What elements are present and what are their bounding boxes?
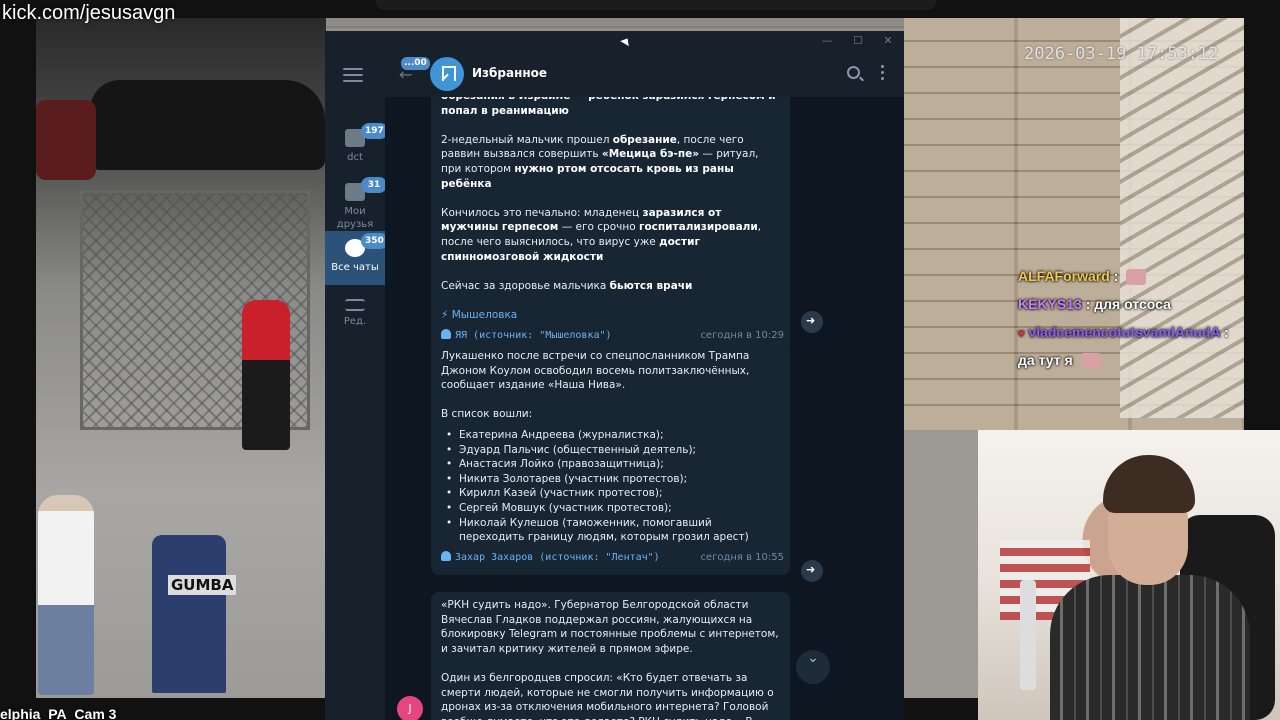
emote-icon <box>1126 269 1147 286</box>
message-bubble[interactable]: «РКН судить надо». Губернатор Белгородск… <box>431 592 790 720</box>
share-icon[interactable] <box>801 560 823 582</box>
message-footer: Захар Захаров (источник: "Лентач") сегод… <box>441 550 784 567</box>
chat-text: да тут я <box>1018 352 1073 368</box>
folder-edit[interactable]: Ред. <box>325 287 385 337</box>
search-icon[interactable] <box>847 66 860 79</box>
camera-person <box>242 300 290 450</box>
chat-message: KEKYS13 : для отсоса <box>1018 290 1280 318</box>
browser-topbar <box>376 0 936 10</box>
chat-message: ALFAForward : <box>1018 262 1280 290</box>
list-item: Никита Золотарев (участник протестов); <box>441 472 780 487</box>
screen: GUMBA kick.com/jesusavgn 2026-03-19 17:5… <box>0 0 1280 720</box>
unread-badge: 350 <box>361 233 388 249</box>
message-time: сегодня в 10:29 <box>700 329 784 341</box>
emote-icon <box>1080 353 1101 370</box>
chat-text: : <box>1113 268 1119 284</box>
folder-label: Мои друзья <box>336 206 374 230</box>
folder-dct[interactable]: 197 dct <box>325 121 388 173</box>
camera-mailbox <box>152 535 226 693</box>
message-paragraph: Лукашенко после встречи со спецпосланник… <box>441 350 750 392</box>
chat-text: : <box>1223 324 1229 340</box>
sender-avatar[interactable]: J <box>397 696 423 720</box>
heart-icon: ♥ <box>1018 328 1025 340</box>
chat-title[interactable]: Избранное <box>472 66 547 80</box>
folder-rail: 197 dct 31 Мои друзья 350 Все чаты Ред. <box>325 51 388 720</box>
user-icon <box>441 328 451 339</box>
chat-username: KEKYS13 <box>1018 296 1082 312</box>
minimize-button[interactable]: — <box>817 33 837 49</box>
share-icon[interactable] <box>801 311 823 333</box>
folder-label: Все чаты <box>331 262 379 273</box>
camera-car <box>90 80 325 170</box>
microphone <box>1020 580 1036 690</box>
message-bubble[interactable]: Лукашенко после встречи со спецпосланник… <box>431 343 790 575</box>
message-list: Екатерина Андреева (журналистка); Эдуард… <box>441 428 780 545</box>
list-item: Эдуард Пальчис (общественный деятель); <box>441 443 780 458</box>
chat-username: vladcemencotutsvamlAnudA <box>1028 324 1221 340</box>
back-badge: ...00 <box>401 57 430 70</box>
maximize-button[interactable]: ☐ <box>848 33 868 49</box>
webcam-streamer-shirt <box>1050 575 1250 720</box>
message-paragraph: В список вошли: <box>441 408 533 421</box>
folder-icon: 197 <box>345 123 388 147</box>
folder-all-chats[interactable]: 350 Все чаты <box>325 231 388 285</box>
window-titlebar[interactable]: — ☐ ✕ <box>325 31 904 51</box>
chat-text: : для отсоса <box>1085 296 1171 312</box>
message-paragraph: Один из белгородцев спросил: «Кто будет … <box>441 671 774 720</box>
message-bubble[interactable]: обрезания в Израиле — ребёнок заразился … <box>431 97 790 353</box>
telegram-window: — ☐ ✕ 197 dct 31 Мои друзья 350 Все чаты… <box>325 31 904 720</box>
list-item: Кирилл Казей (участник протестов); <box>441 486 780 501</box>
message-paragraph: Сейчас за здоровье мальчика бьются врачи <box>441 279 693 292</box>
message-time: сегодня в 10:55 <box>700 551 784 563</box>
camera-caption: elphia_PA_Cam 3 <box>0 706 117 720</box>
message-text: обрезания в Израиле — ребёнок заразился … <box>441 97 776 117</box>
camera-car-red <box>36 100 96 180</box>
message-author[interactable]: Захар Захаров (источник: "Лентач") <box>441 550 660 563</box>
folder-label: dct <box>347 152 363 163</box>
message-paragraph: «РКН судить надо». Губернатор Белгородск… <box>441 599 779 655</box>
unread-badge: 197 <box>361 123 388 139</box>
mailbox-label: GUMBA <box>168 575 237 595</box>
message-paragraph: Кончилось это печально: младенец заразил… <box>441 206 762 263</box>
camera-sidewalk <box>904 430 980 698</box>
camera-timestamp: 2026-03-19 17:53:12 <box>1024 44 1219 64</box>
unread-badge: 31 <box>361 177 387 193</box>
list-item: Николай Кулешов (таможенник, помогавший … <box>441 516 780 545</box>
scroll-down-button[interactable]: ⌄ <box>796 650 830 684</box>
message-link[interactable]: ⚡ Мышеловка <box>441 309 517 321</box>
list-item: Анастасия Лойко (правозащитница); <box>441 457 780 472</box>
folder-label: Ред. <box>343 316 367 327</box>
chat-message: да тут я <box>1018 346 1280 374</box>
close-button[interactable]: ✕ <box>878 33 898 49</box>
list-item: Сергей Мовшук (участник протестов); <box>441 501 780 516</box>
message-author[interactable]: ЯЯ (источник: "Мышеловка") <box>441 328 612 341</box>
user-icon <box>441 550 451 561</box>
list-item: Екатерина Андреева (журналистка); <box>441 428 780 443</box>
message-feed[interactable]: обрезания в Израиле — ребёнок заразился … <box>385 97 904 720</box>
chat-header: ← ...00 Избранное <box>385 51 904 97</box>
chats-icon: 350 <box>345 233 388 257</box>
more-vertical-icon[interactable] <box>881 65 885 81</box>
bookmark-icon[interactable] <box>430 57 464 91</box>
folder-friends[interactable]: 31 Мои друзья <box>325 175 387 237</box>
menu-icon[interactable] <box>343 68 363 82</box>
stream-chat: ALFAForward : KEKYS13 : для отсоса ♥ vla… <box>1018 262 1280 374</box>
chat-message: ♥ vladcemencotutsvamlAnudA : <box>1018 318 1280 346</box>
folder-icon: 31 <box>345 177 387 201</box>
message-paragraph: 2-недельный мальчик прошел обрезание, по… <box>441 133 759 190</box>
stream-url: kick.com/jesusavgn <box>2 2 176 24</box>
sliders-icon <box>345 299 365 311</box>
chat-username: ALFAForward <box>1018 268 1110 284</box>
camera-person <box>38 495 94 695</box>
